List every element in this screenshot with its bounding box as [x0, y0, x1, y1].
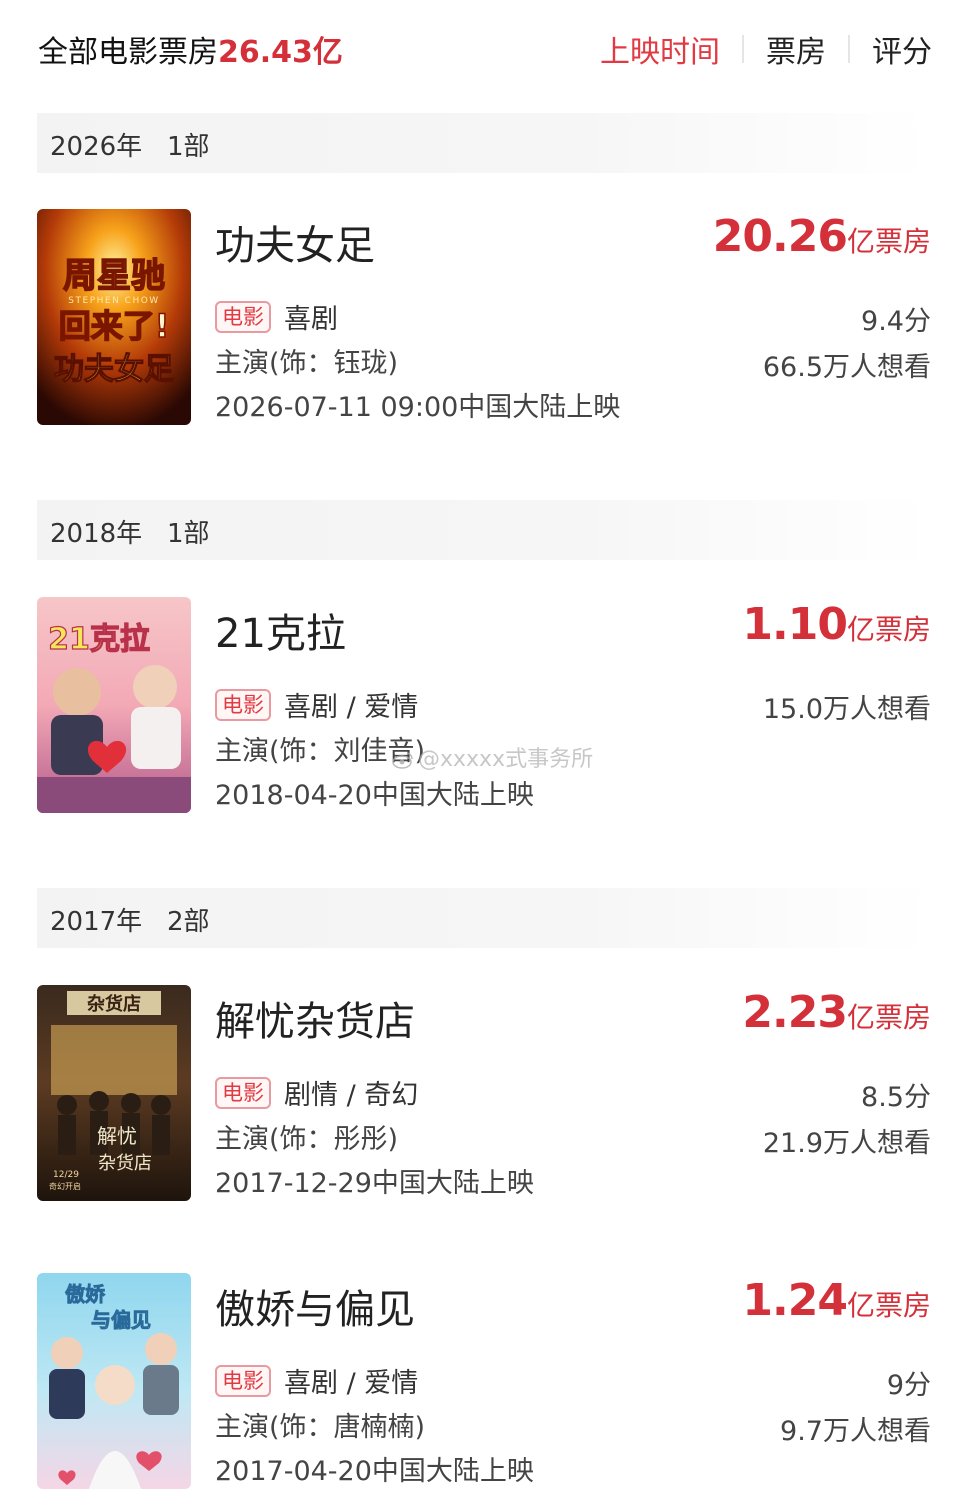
poster-text: 12/29 [53, 1170, 79, 1180]
movie-actor: 主演(饰：唐楠楠) [215, 1412, 426, 1443]
poster-text: 解忧 [97, 1124, 137, 1148]
movie-score: 9.4分 [861, 306, 931, 337]
movie-tag: 电影 [215, 300, 271, 333]
movie-tag: 电影 [215, 1076, 271, 1109]
poster-text: 回来了! [59, 307, 170, 345]
tab-rating[interactable]: 评分 [850, 27, 932, 71]
movie-tag: 电影 [215, 688, 271, 721]
box-office-unit: 亿票房 [846, 225, 931, 258]
movie-actor: 主演(饰：钰珑) [215, 348, 399, 379]
movie-title: 功夫女足 [215, 223, 375, 269]
movie-title: 傲娇与偏见 [215, 1287, 415, 1333]
year-group-header: 2026年 1部 [37, 113, 931, 173]
movie-meta: 电影 剧情 / 奇幻 [215, 1073, 418, 1112]
movie-box-office: 1.24亿票房 [742, 1275, 931, 1326]
box-office-unit: 亿票房 [846, 613, 931, 646]
movie-genre: 剧情 / 奇幻 [284, 1080, 419, 1111]
poster-text: 傲娇 [65, 1282, 106, 1306]
year-group-header: 2017年 2部 [37, 888, 931, 948]
poster-text: 杂货店 [87, 993, 141, 1015]
tab-box-office[interactable]: 票房 [744, 27, 848, 71]
movie-genre: 喜剧 / 爱情 [284, 692, 419, 723]
total-box-office: 全部电影票房26.43亿 [38, 27, 343, 71]
movie-release-date: 2017-12-29中国大陆上映 [215, 1168, 534, 1199]
movie-title: 21克拉 [215, 611, 346, 657]
poster-text: STEPHEN CHOW [68, 296, 159, 306]
movie-release-date: 2017-04-20中国大陆上映 [215, 1456, 534, 1487]
box-office-unit: 亿票房 [846, 1001, 931, 1034]
movie-box-office: 20.26亿票房 [713, 211, 931, 262]
movie-score: 9分 [886, 1370, 931, 1401]
movie-poster[interactable]: 21克拉 [37, 597, 191, 813]
poster-text: 21克拉 [48, 622, 150, 657]
movie-want-count: 21.9万人想看 [762, 1128, 931, 1159]
movie-title: 解忧杂货店 [215, 999, 415, 1045]
total-label: 全部电影票房 [38, 35, 218, 70]
movie-want-count: 9.7万人想看 [780, 1416, 931, 1447]
movie-poster[interactable]: 傲娇 与偏见 [37, 1273, 191, 1489]
movie-box-office: 2.23亿票房 [742, 987, 931, 1038]
weibo-icon [392, 752, 413, 769]
year-group-header: 2018年 1部 [37, 500, 931, 560]
movie-item[interactable]: 傲娇 与偏见 傲娇与偏见 电影 喜剧 / 爱情 主演(饰：唐楠楠) 2017-0… [37, 1273, 931, 1489]
poster-text: 与偏见 [91, 1308, 151, 1332]
movie-want-count: 15.0万人想看 [762, 694, 931, 725]
movie-tag: 电影 [215, 1364, 271, 1397]
movie-genre: 喜剧 [284, 304, 338, 335]
movie-item[interactable]: 21克拉 21克拉 电影 喜剧 / 爱情 主演(饰：刘佳音) 2018-04-2… [37, 597, 931, 813]
movie-genre: 喜剧 / 爱情 [284, 1368, 419, 1399]
watermark: @xxxxx式事务所 [392, 741, 593, 773]
poster-text: 杂货店 [98, 1153, 152, 1174]
box-office-value: 1.24 [742, 1275, 848, 1326]
poster-text: 功夫女足 [54, 352, 174, 387]
movie-item[interactable]: 周星驰 STEPHEN CHOW 回来了! 功夫女足 功夫女足 电影 喜剧 主演… [37, 209, 931, 425]
year-group-label: 2018年 1部 [50, 519, 210, 549]
box-office-value: 2.23 [742, 987, 848, 1038]
movie-actor: 主演(饰：彤彤) [215, 1124, 399, 1155]
movie-want-count: 66.5万人想看 [762, 352, 931, 383]
movie-meta: 电影 喜剧 / 爱情 [215, 1361, 418, 1400]
movie-meta: 电影 喜剧 [215, 297, 338, 336]
box-office-unit: 亿票房 [846, 1289, 931, 1322]
poster-text: 周星驰 [63, 256, 165, 296]
total-amount: 26.43亿 [218, 35, 343, 70]
year-group-label: 2026年 1部 [50, 132, 210, 162]
watermark-text: @xxxxx式事务所 [418, 747, 594, 772]
movie-release-date: 2018-04-20中国大陆上映 [215, 780, 534, 811]
movie-poster[interactable]: 杂货店 解忧 杂货店 12/29 奇幻开启 [37, 985, 191, 1201]
box-office-value: 1.10 [742, 599, 848, 650]
page-header: 全部电影票房26.43亿 上映时间 票房 评分 [0, 0, 968, 100]
movie-release-date: 2026-07-11 09:00中国大陆上映 [215, 392, 621, 423]
movie-item[interactable]: 杂货店 解忧 杂货店 12/29 奇幻开启 解忧杂货店 电影 剧情 / 奇幻 主… [37, 985, 931, 1201]
movie-score: 8.5分 [861, 1082, 931, 1113]
movie-poster[interactable]: 周星驰 STEPHEN CHOW 回来了! 功夫女足 [37, 209, 191, 425]
sort-tabs: 上映时间 票房 评分 [578, 27, 932, 71]
box-office-value: 20.26 [712, 211, 848, 262]
movie-meta: 电影 喜剧 / 爱情 [215, 685, 418, 724]
movie-box-office: 1.10亿票房 [742, 599, 931, 650]
year-group-label: 2017年 2部 [50, 907, 210, 937]
poster-text: 奇幻开启 [49, 1181, 81, 1191]
tab-release-time[interactable]: 上映时间 [578, 27, 742, 71]
